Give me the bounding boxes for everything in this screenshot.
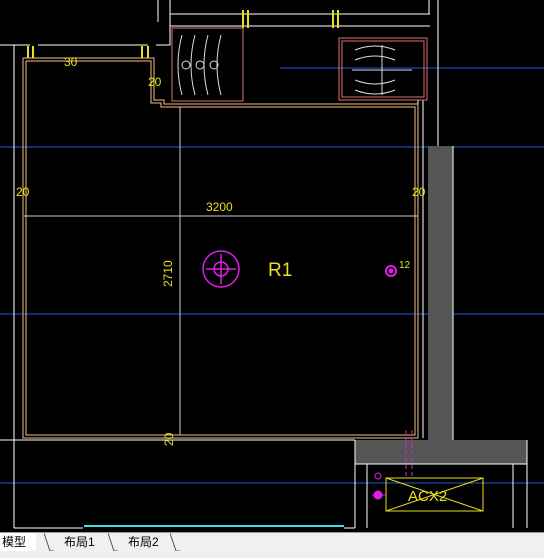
dim-width-label: 3200 bbox=[206, 200, 233, 214]
unit-pipe-icon bbox=[372, 472, 386, 500]
dim-20-left-label: 20 bbox=[16, 185, 30, 199]
light-fixture-icon bbox=[202, 250, 240, 288]
wall-fill bbox=[355, 146, 527, 464]
tab-divider-icon bbox=[170, 533, 180, 551]
dim-20-bottom-label: 20 bbox=[162, 432, 176, 446]
sensor-marker-icon bbox=[385, 265, 397, 277]
unit-label: ACX2 bbox=[408, 488, 447, 505]
drawing-canvas[interactable]: 3200 2710 30 20 20 20 20 12 R1 ACX2 bbox=[0, 0, 544, 532]
dim-20-top-label: 20 bbox=[148, 75, 162, 89]
tab-layout2[interactable]: 布局2 bbox=[114, 533, 173, 551]
tab-layout1[interactable]: 布局1 bbox=[50, 533, 109, 551]
dim-12-label: 12 bbox=[399, 260, 411, 271]
dim-20-right-label: 20 bbox=[412, 185, 426, 199]
tab-model[interactable]: 模型 bbox=[0, 533, 37, 551]
fixture-right bbox=[338, 37, 428, 101]
room-outline bbox=[22, 57, 419, 439]
dim-30-label: 30 bbox=[64, 55, 78, 69]
layout-tab-bar: 模型 布局1 布局2 bbox=[0, 532, 544, 558]
dim-height-label: 2710 bbox=[161, 260, 175, 287]
fixture-left bbox=[171, 27, 244, 102]
room-label: R1 bbox=[268, 260, 292, 281]
door-markers bbox=[27, 10, 339, 58]
